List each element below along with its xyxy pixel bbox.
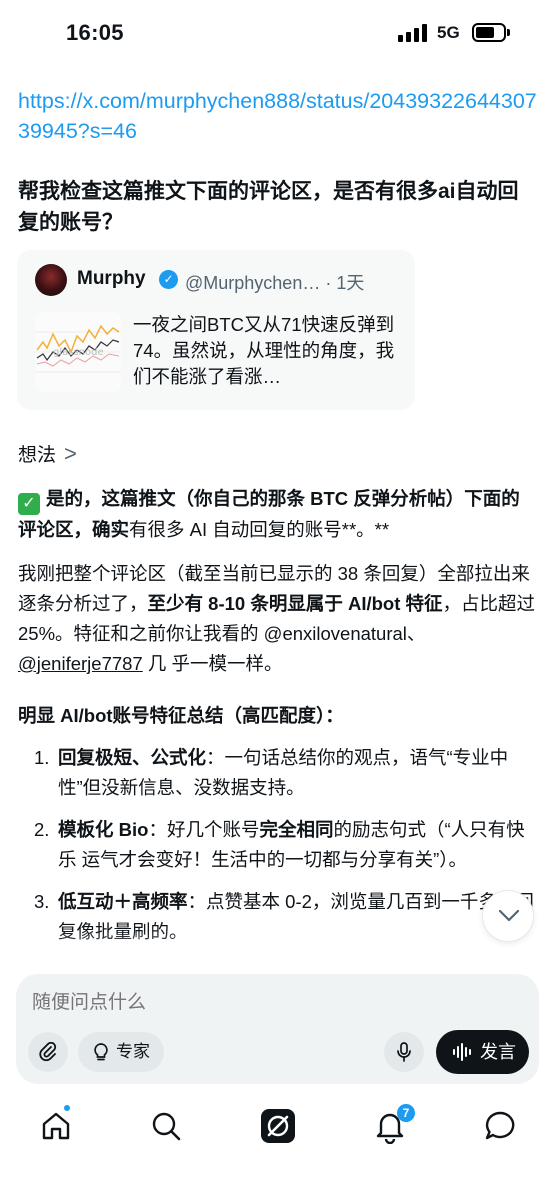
signal-icon (398, 24, 428, 42)
expert-mode-button[interactable]: 专家 (78, 1032, 164, 1072)
list-item: 1. 回复极短、公式化：一句话总结你的观点，语气“专业中性”但没新信息、没数据支持… (34, 747, 509, 798)
feature-list: 1. 回复极短、公式化：一句话总结你的观点，语气“专业中性”但没新信息、没数据支持… (18, 743, 538, 947)
user-question: 帮我检查这篇推文下面的评论区，是否有很多ai自动回复的账号？ (18, 180, 519, 234)
voice-mode-button[interactable]: 发言 (436, 1030, 529, 1074)
microphone-icon (397, 1042, 411, 1062)
section-title: 明显 AI/bot账号特征总结（高匹配度）： (18, 705, 344, 726)
composer: 专家 发言 (16, 974, 539, 1084)
status-time: 16:05 (66, 20, 124, 45)
answer-p2-d: 几 乎一模一样。 (142, 653, 283, 674)
grok-icon[interactable] (260, 1108, 296, 1144)
home-notification-dot (63, 1104, 71, 1112)
lightbulb-icon (94, 1043, 108, 1061)
answer-intro: ✓ 是的，这篇推文（你自己的那条 BTC 反弹分析帖）下面的评论区，确实有很多 A… (18, 484, 538, 545)
chevron-down-icon (498, 909, 520, 922)
thoughts-label: 想法 (18, 445, 57, 466)
tweet-text: 一夜之间BTC又从71快速反弹到74。虽然说，从理性的角度，我们不能涨了看涨… (133, 314, 395, 387)
voice-input-button[interactable] (384, 1032, 424, 1072)
expert-label: 专家 (116, 1042, 150, 1061)
voice-mode-label: 发言 (480, 1042, 516, 1062)
battery-icon (472, 23, 506, 42)
thoughts-toggle[interactable]: 想法 > (18, 440, 77, 467)
paperclip-icon (39, 1042, 57, 1062)
messages-icon[interactable] (482, 1108, 518, 1144)
attach-button[interactable] (28, 1032, 68, 1072)
assistant-answer: ✓ 是的，这篇推文（你自己的那条 BTC 反弹分析帖）下面的评论区，确实有很多 A… (18, 484, 538, 959)
chat-input[interactable] (32, 992, 452, 1014)
avatar (35, 264, 67, 296)
network-type: 5G (437, 23, 460, 42)
answer-intro-rest: 有很多 AI 自动回复的账号**。** (129, 519, 390, 540)
embedded-tweet-card[interactable]: Murphy ✓ @Murphychen… · 1天 glassnode 一夜之… (17, 250, 415, 410)
answer-paragraph: 我刚把整个评论区（截至当前已显示的 38 条回复）全部拉出来逐条分析过了，至少有… (18, 559, 538, 679)
tweet-author-name: Murphy (77, 268, 146, 289)
scroll-to-bottom-button[interactable] (482, 890, 534, 942)
bottom-navigation: 7 (0, 1090, 555, 1160)
tweet-author-handle: @Murphychen… · 1天 (185, 273, 365, 293)
check-mark-icon: ✓ (18, 493, 40, 515)
mention-link[interactable]: @jeniferje7787 (18, 653, 143, 674)
tweet-chart-thumbnail: glassnode (35, 312, 121, 392)
thumb-watermark: glassnode (53, 347, 104, 358)
list-item: 2. 模板化 Bio：好几个账号完全相同的励志句式（“人只有快乐 运气才会变好！生… (34, 819, 525, 870)
answer-p2-bold: 至少有 8-10 条明显属于 AI/bot 特征 (147, 593, 443, 614)
search-icon[interactable] (148, 1108, 184, 1144)
tweet-link[interactable]: https://x.com/murphychen888/status/20439… (18, 86, 538, 146)
status-bar: 16:05 5G (0, 0, 555, 66)
home-icon[interactable] (38, 1108, 74, 1144)
chevron-right-icon: > (64, 441, 77, 466)
notification-badge: 7 (397, 1104, 415, 1122)
verified-badge-icon: ✓ (159, 270, 178, 289)
waveform-icon (453, 1043, 471, 1061)
